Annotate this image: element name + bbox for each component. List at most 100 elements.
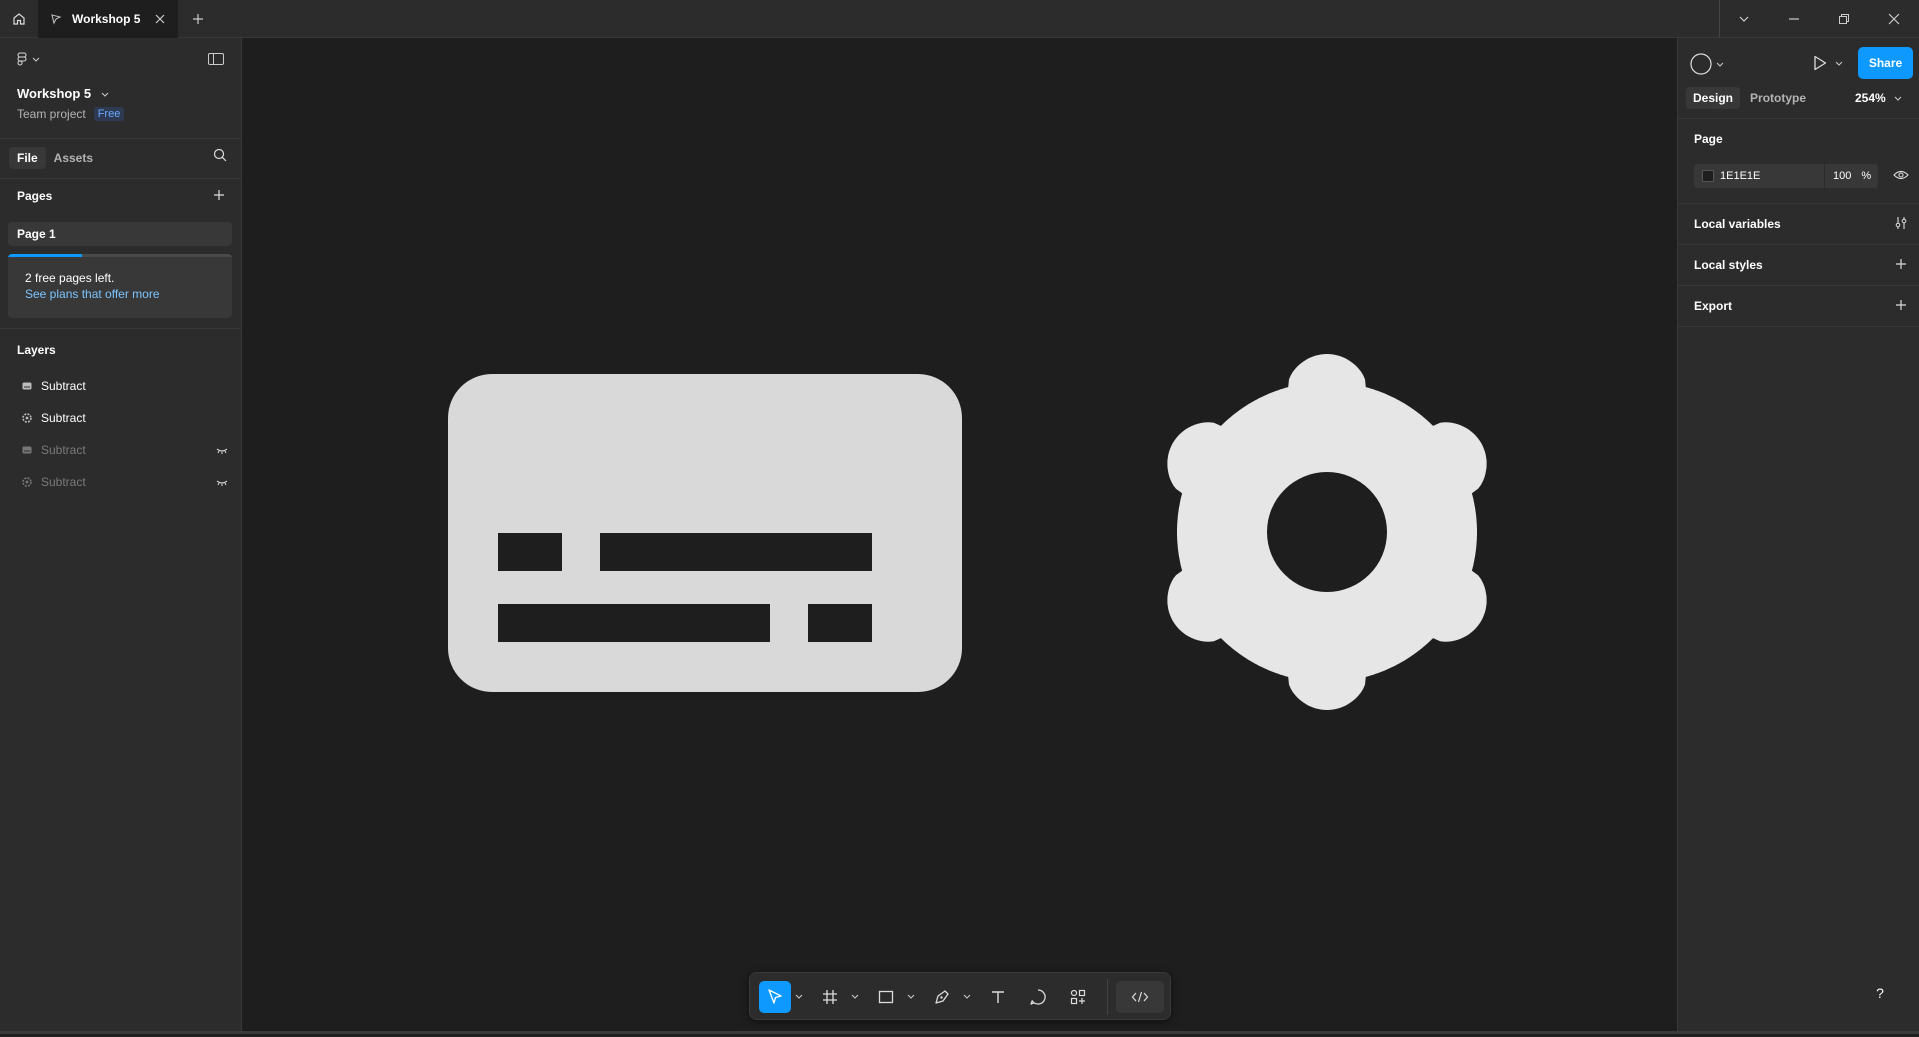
gear-shape[interactable] <box>1167 354 1487 710</box>
design-canvas[interactable] <box>242 38 1677 1032</box>
chevron-down-icon <box>1739 16 1749 22</box>
title-bar: Workshop 5 <box>0 0 1919 38</box>
toggle-visibility-button[interactable] <box>1893 169 1909 181</box>
sidebar-toggle-icon <box>208 53 224 65</box>
chevron-down-icon <box>101 92 109 97</box>
local-variables-label: Local variables <box>1694 217 1781 231</box>
figma-logo-icon <box>17 52 27 66</box>
window-close-button[interactable] <box>1869 0 1919 38</box>
cursor-icon <box>768 989 782 1004</box>
divider <box>0 178 241 179</box>
promo-text: 2 free pages left. <box>25 271 115 285</box>
see-plans-link[interactable]: See plans that offer more <box>25 287 160 301</box>
zoom-level: 254% <box>1855 91 1886 105</box>
opacity-field[interactable]: 100 % <box>1824 164 1878 188</box>
minimize-button[interactable] <box>1769 0 1819 38</box>
plus-icon <box>193 13 203 24</box>
toggle-sidebar-button[interactable] <box>208 53 224 65</box>
move-tool[interactable] <box>759 981 791 1013</box>
toolbar-divider <box>1107 979 1108 1015</box>
layer-label: Subtract <box>41 475 86 489</box>
main-menu-button[interactable] <box>16 52 40 66</box>
gear-shape-icon <box>20 475 34 489</box>
chevron-down-icon[interactable] <box>851 992 859 1000</box>
local-variables-row[interactable]: Local variables <box>1694 217 1781 231</box>
tabs-overflow-button[interactable] <box>1719 0 1769 38</box>
eye-closed-icon[interactable] <box>215 443 229 457</box>
file-tab-active[interactable]: Workshop 5 <box>38 0 178 38</box>
home-button[interactable] <box>0 0 38 38</box>
chevron-down-icon <box>1716 62 1724 67</box>
plus-icon <box>214 190 224 200</box>
add-style-button[interactable] <box>1895 258 1907 270</box>
layer-label: Subtract <box>41 379 86 393</box>
chevron-down-icon[interactable] <box>907 992 915 1000</box>
search-layers-button[interactable] <box>213 148 227 162</box>
tab-prototype[interactable]: Prototype <box>1750 91 1806 105</box>
tab-file[interactable]: File <box>9 147 46 169</box>
chevron-down-icon <box>32 57 40 62</box>
canvas-artwork <box>448 354 1487 710</box>
left-sidebar: Workshop 5 Team project Free File Assets… <box>0 38 242 1032</box>
divider <box>1678 285 1919 286</box>
page-section-heading: Page <box>1694 132 1723 146</box>
color-swatch[interactable] <box>1702 170 1714 182</box>
opacity-unit: % <box>1861 170 1872 182</box>
tab-assets[interactable]: Assets <box>54 151 93 165</box>
tab-design[interactable]: Design <box>1686 87 1741 109</box>
frame-tool[interactable] <box>814 981 846 1013</box>
pen-tool[interactable] <box>926 981 958 1013</box>
rectangle-tool[interactable] <box>870 981 902 1013</box>
layers-heading-label: Layers <box>17 343 56 357</box>
code-icon <box>1131 991 1149 1003</box>
user-avatar-menu[interactable] <box>1690 53 1724 75</box>
local-styles-label: Local styles <box>1694 258 1763 272</box>
upgrade-promo: 2 free pages left. See plans that offer … <box>8 254 232 318</box>
layer-row[interactable]: Subtract <box>0 370 241 402</box>
divider <box>0 138 241 139</box>
new-tab-button[interactable] <box>178 0 218 38</box>
card-shape[interactable] <box>448 374 962 692</box>
plan-badge[interactable]: Free <box>93 107 125 121</box>
comment-tool[interactable] <box>1022 981 1054 1013</box>
restore-button[interactable] <box>1819 0 1869 38</box>
open-variables-button[interactable] <box>1894 216 1908 230</box>
page-background-field[interactable]: 1E1E1E 100 % <box>1694 164 1878 188</box>
play-icon <box>1814 55 1827 71</box>
search-icon <box>213 148 227 162</box>
comment-icon <box>1030 989 1046 1005</box>
window-controls <box>1719 0 1919 38</box>
chevron-down-icon[interactable] <box>795 992 803 1000</box>
eye-closed-icon[interactable] <box>215 475 229 489</box>
components-icon <box>1070 989 1086 1005</box>
add-page-button[interactable] <box>213 189 225 201</box>
layer-row[interactable]: Subtract <box>0 402 241 434</box>
divider <box>0 328 241 329</box>
help-button[interactable]: ? <box>1864 977 1896 1009</box>
share-button[interactable]: Share <box>1858 47 1913 79</box>
plus-icon <box>1896 300 1906 310</box>
hex-value[interactable]: 1E1E1E <box>1720 170 1760 182</box>
export-row[interactable]: Export <box>1694 299 1732 313</box>
window-close-icon <box>1888 13 1900 25</box>
pages-progress-fill <box>8 254 82 257</box>
add-export-button[interactable] <box>1895 299 1907 311</box>
present-menu[interactable] <box>1813 55 1843 71</box>
local-styles-row[interactable]: Local styles <box>1694 258 1763 272</box>
actions-tool[interactable] <box>1062 981 1094 1013</box>
rectangle-icon <box>878 990 894 1004</box>
layer-row-hidden[interactable]: Subtract <box>0 434 241 466</box>
dev-mode-toggle[interactable] <box>1116 981 1164 1013</box>
file-name-menu[interactable]: Workshop 5 <box>17 86 109 101</box>
page-item-page-1[interactable]: Page 1 <box>8 222 232 246</box>
chevron-down-icon <box>1894 96 1902 101</box>
close-icon[interactable] <box>154 13 166 25</box>
export-label: Export <box>1694 299 1733 313</box>
chevron-down-icon[interactable] <box>963 992 971 1000</box>
file-name: Workshop 5 <box>17 86 92 101</box>
layer-row-hidden[interactable]: Subtract <box>0 466 241 498</box>
text-tool[interactable] <box>982 981 1014 1013</box>
zoom-menu[interactable]: 254% <box>1855 91 1902 105</box>
minimize-icon <box>1789 18 1799 20</box>
properties-panel: Share Design Prototype 254% Page 1E1E1E … <box>1677 38 1919 1032</box>
